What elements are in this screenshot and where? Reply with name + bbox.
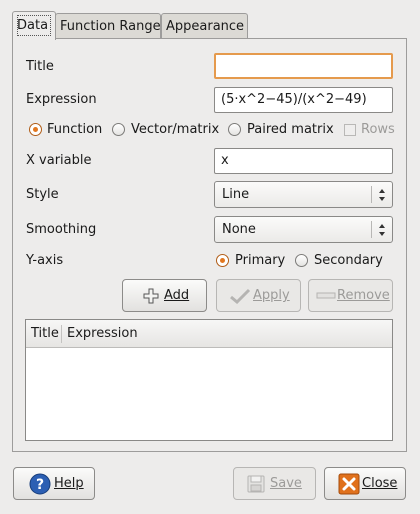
expression-label: Expression (26, 92, 97, 107)
list-header: Title Expression (26, 320, 392, 348)
save-button-label: Save (270, 476, 302, 491)
rows-checkbox-label: Rows (361, 122, 395, 137)
paired-matrix-radio[interactable] (228, 123, 241, 136)
updown-arrows-icon (379, 189, 385, 201)
style-select-value: Line (222, 187, 250, 202)
add-button-label: Add (164, 288, 190, 303)
function-radio[interactable] (29, 123, 42, 136)
add-button[interactable]: Add (122, 279, 207, 312)
y-axis-label: Y-axis (26, 253, 64, 268)
tab-data[interactable]: Data (12, 11, 56, 40)
primary-radio-label[interactable]: Primary (235, 253, 285, 268)
column-divider (61, 325, 62, 343)
function-list[interactable]: Title Expression (25, 319, 393, 441)
tab-data-label: Data (17, 18, 49, 33)
column-header-expression[interactable]: Expression (67, 326, 138, 341)
style-select[interactable]: Line (214, 181, 393, 208)
plus-icon (143, 288, 159, 304)
primary-radio[interactable] (216, 254, 229, 267)
remove-button-label: Remove (337, 288, 390, 303)
smoothing-label: Smoothing (26, 222, 97, 237)
floppy-disk-icon (247, 475, 265, 493)
help-button-label: Help (54, 476, 84, 491)
title-input[interactable] (214, 53, 393, 79)
updown-arrows-icon (379, 224, 385, 236)
checkmark-icon (230, 288, 251, 304)
function-radio-label[interactable]: Function (47, 122, 102, 137)
svg-text:?: ? (36, 477, 44, 493)
help-icon: ? (29, 473, 51, 495)
close-icon (338, 473, 360, 495)
vector-matrix-radio-label[interactable]: Vector/matrix (131, 122, 219, 137)
help-button[interactable]: ? Help (13, 467, 95, 500)
secondary-radio-label[interactable]: Secondary (314, 253, 383, 268)
vector-matrix-radio[interactable] (112, 123, 125, 136)
close-button-label: Close (362, 476, 398, 491)
close-button[interactable]: Close (324, 467, 406, 500)
save-button[interactable]: Save (233, 467, 316, 500)
style-label: Style (26, 187, 59, 202)
tab-appearance-label: Appearance (166, 19, 245, 34)
title-label: Title (26, 59, 54, 74)
x-variable-input[interactable]: x (214, 148, 393, 174)
apply-button-label: Apply (253, 288, 290, 303)
paired-matrix-radio-label[interactable]: Paired matrix (247, 122, 334, 137)
remove-button[interactable]: Remove (308, 279, 393, 312)
smoothing-select-value: None (222, 222, 256, 237)
combo-separator (371, 221, 372, 238)
apply-button[interactable]: Apply (216, 279, 301, 312)
rows-checkbox[interactable] (344, 124, 356, 136)
minus-icon (316, 292, 336, 299)
x-variable-label: X variable (26, 153, 92, 168)
expression-input[interactable]: (5·x^2−45)/(x^2−49) (214, 87, 393, 113)
tab-function-range[interactable]: Function Range (55, 13, 161, 39)
smoothing-select[interactable]: None (214, 216, 393, 243)
tab-function-range-label: Function Range (60, 19, 161, 34)
combo-separator (371, 186, 372, 203)
tab-appearance[interactable]: Appearance (161, 13, 248, 39)
column-header-title[interactable]: Title (31, 326, 59, 341)
secondary-radio[interactable] (295, 254, 308, 267)
